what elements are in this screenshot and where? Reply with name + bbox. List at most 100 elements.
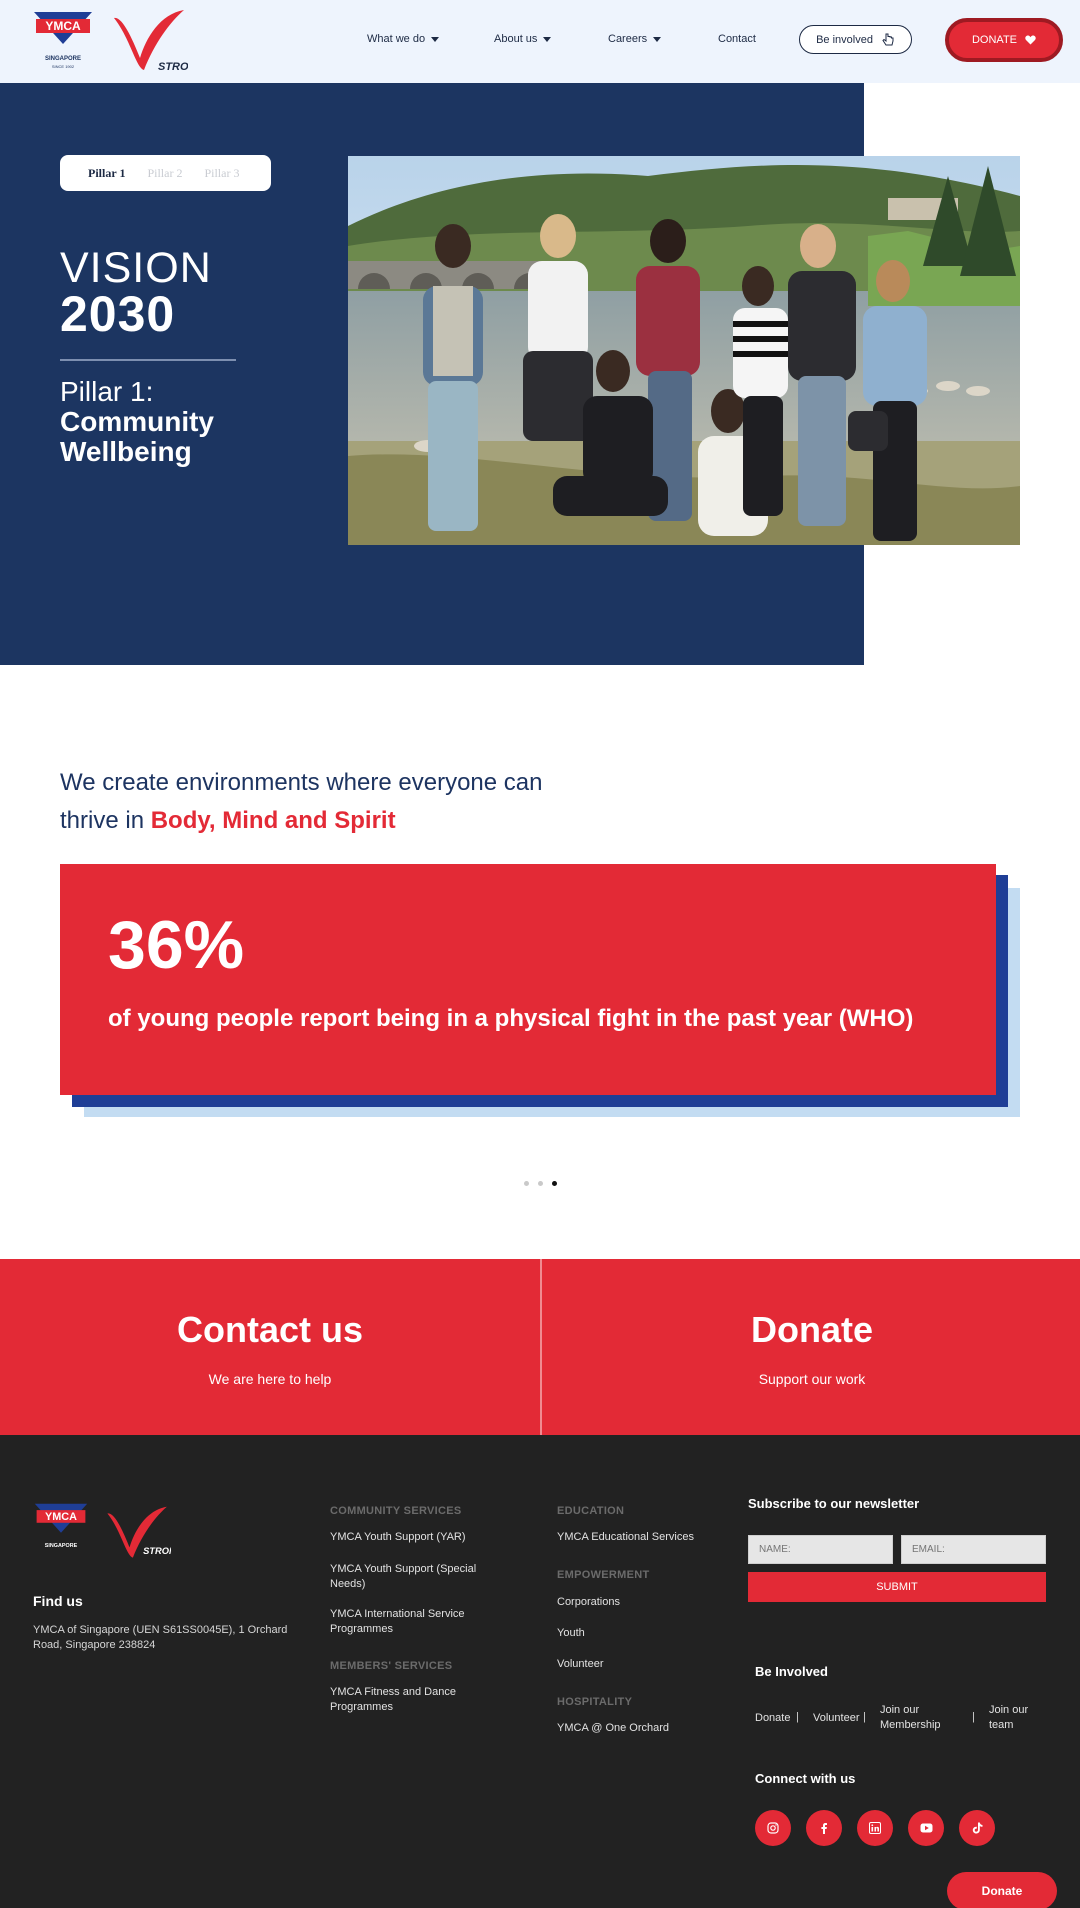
tab-pillar-3[interactable]: Pillar 3: [204, 166, 239, 181]
link-separator: |: [796, 1711, 799, 1723]
youtube-icon: [920, 1823, 932, 1833]
hero-group-photo: [348, 156, 1020, 545]
stat-text: of young people report being in a physic…: [108, 1005, 914, 1032]
footer-link[interactable]: Corporations: [557, 1595, 620, 1610]
footer-category-community: COMMUNITY SERVICES: [330, 1505, 462, 1517]
connect-heading: Connect with us: [755, 1771, 856, 1786]
site-header: YMCA SINGAPORE SINCE 1902 STRONG What we…: [0, 0, 1080, 83]
nav-label: About us: [494, 33, 538, 45]
nav-label: What we do: [367, 33, 426, 45]
mission-line2: thrive in Body, Mind and Spirit: [60, 802, 542, 840]
footer-category-hospitality: HOSPITALITY: [557, 1696, 633, 1708]
tab-pillar-2[interactable]: Pillar 2: [147, 166, 182, 181]
newsletter-name-input[interactable]: [748, 1535, 893, 1564]
stat-card: 36% of young people report being in a ph…: [60, 864, 996, 1095]
footer-involved-membership[interactable]: Join our Membership: [880, 1703, 955, 1733]
donate-subtitle: Support our work: [758, 1371, 866, 1387]
footer-link[interactable]: YMCA Educational Services: [557, 1530, 694, 1545]
facebook-icon: [821, 1823, 827, 1834]
pillar-title: Pillar 1: Community Wellbeing: [60, 377, 214, 467]
pillar-tabs: Pillar 1 Pillar 2 Pillar 3: [60, 155, 271, 191]
chevron-down-icon: [431, 36, 440, 42]
nav-careers[interactable]: Careers: [608, 33, 662, 45]
footer-category-education: EDUCATION: [557, 1505, 625, 1517]
nav-contact[interactable]: Contact: [718, 33, 756, 45]
pillar-name-line2: Wellbeing: [60, 436, 192, 467]
be-involved-label: Be involved: [816, 33, 873, 46]
footer-link[interactable]: YMCA Fitness and Dance Programmes: [330, 1685, 490, 1715]
svg-text:STRONG: STRONG: [143, 1546, 171, 1556]
carousel-dot[interactable]: [524, 1181, 529, 1186]
chevron-down-icon: [543, 36, 552, 42]
youtube-link[interactable]: [908, 1810, 944, 1846]
footer-address: YMCA of Singapore (UEN S61SS0045E), 1 Or…: [33, 1624, 288, 1651]
instagram-link[interactable]: [755, 1810, 791, 1846]
chevron-down-icon: [653, 36, 662, 42]
donate-label: DONATE: [971, 34, 1018, 46]
link-separator: |: [972, 1711, 975, 1723]
footer-link[interactable]: YMCA Youth Support (YAR): [330, 1530, 490, 1545]
be-involved-button[interactable]: Be involved: [799, 25, 912, 54]
svg-text:SINCE 1902: SINCE 1902: [52, 64, 75, 69]
donate-button[interactable]: DONATE: [945, 18, 1063, 62]
mission-statement: We create environments where everyone ca…: [60, 764, 542, 840]
vision-word: VISION: [60, 246, 236, 290]
ystrong-logo[interactable]: STRONG: [112, 8, 188, 74]
carousel-dot-active[interactable]: [552, 1181, 557, 1186]
mission-accent: Body, Mind and Spirit: [150, 807, 396, 834]
cta-band: Contact us We are here to help Donate Su…: [0, 1259, 1080, 1435]
footer-ystrong-logo[interactable]: STRONG: [105, 1505, 171, 1561]
nav-about-us[interactable]: About us: [494, 33, 552, 45]
tiktok-icon: [972, 1822, 982, 1834]
pillar-name-line1: Community: [60, 406, 214, 437]
contact-us-cta[interactable]: Contact us We are here to help: [0, 1259, 540, 1435]
footer-link[interactable]: Youth: [557, 1626, 585, 1641]
tiktok-link[interactable]: [959, 1810, 995, 1846]
floating-donate-button[interactable]: Donate: [947, 1872, 1057, 1908]
tab-pillar-1[interactable]: Pillar 1: [88, 166, 125, 181]
svg-text:YMCA: YMCA: [45, 1511, 77, 1523]
footer-link[interactable]: YMCA International Service Programmes: [330, 1607, 490, 1637]
footer-involved-volunteer[interactable]: Volunteer: [813, 1711, 859, 1726]
mission-line2-prefix: thrive in: [60, 807, 151, 834]
donate-cta[interactable]: Donate Support our work: [542, 1259, 1080, 1435]
contact-subtitle: We are here to help: [208, 1371, 332, 1387]
contact-title: Contact us: [176, 1309, 363, 1350]
stat-number: 36%: [108, 907, 245, 983]
link-separator: |: [863, 1711, 866, 1723]
ymca-logo[interactable]: YMCA SINGAPORE SINCE 1902: [32, 10, 94, 72]
vision-divider: [60, 359, 236, 361]
svg-text:STRONG: STRONG: [158, 61, 188, 73]
footer-involved-team[interactable]: Join our team: [989, 1703, 1044, 1733]
instagram-icon: [767, 1822, 779, 1834]
vision-2030-logo: VISION 2030: [60, 246, 236, 339]
footer-link[interactable]: YMCA @ One Orchard: [557, 1721, 669, 1736]
mission-line1: We create environments where everyone ca…: [60, 769, 543, 796]
newsletter-email-input[interactable]: [901, 1535, 1046, 1564]
hand-pointer-icon: [882, 33, 894, 45]
svg-text:SINGAPORE: SINGAPORE: [45, 56, 81, 62]
footer-ymca-logo[interactable]: YMCA SINGAPORE: [33, 1502, 89, 1558]
linkedin-icon: [869, 1822, 881, 1834]
heart-icon: [1025, 35, 1036, 45]
carousel-dot[interactable]: [538, 1181, 543, 1186]
footer-link[interactable]: YMCA Youth Support (Special Needs): [330, 1562, 490, 1592]
donate-title: Donate: [750, 1309, 873, 1350]
find-us-heading: Find us: [33, 1593, 83, 1609]
pillar-label: Pillar 1:: [60, 376, 154, 407]
newsletter-heading: Subscribe to our newsletter: [748, 1496, 920, 1511]
linkedin-link[interactable]: [857, 1810, 893, 1846]
vision-text: VISION: [60, 244, 212, 292]
be-involved-heading: Be Involved: [755, 1664, 828, 1679]
footer-link[interactable]: Volunteer: [557, 1657, 603, 1672]
footer-involved-donate[interactable]: Donate: [755, 1711, 790, 1726]
newsletter-submit-button[interactable]: SUBMIT: [748, 1572, 1046, 1602]
footer-category-members: MEMBERS' SERVICES: [330, 1660, 453, 1672]
svg-text:SINGAPORE: SINGAPORE: [45, 1543, 78, 1549]
carousel-dots: [524, 1181, 557, 1186]
svg-text:YMCA: YMCA: [45, 19, 81, 33]
nav-label: Careers: [608, 33, 648, 45]
nav-what-we-do[interactable]: What we do: [367, 33, 440, 45]
facebook-link[interactable]: [806, 1810, 842, 1846]
nav-label: Contact: [718, 33, 756, 45]
